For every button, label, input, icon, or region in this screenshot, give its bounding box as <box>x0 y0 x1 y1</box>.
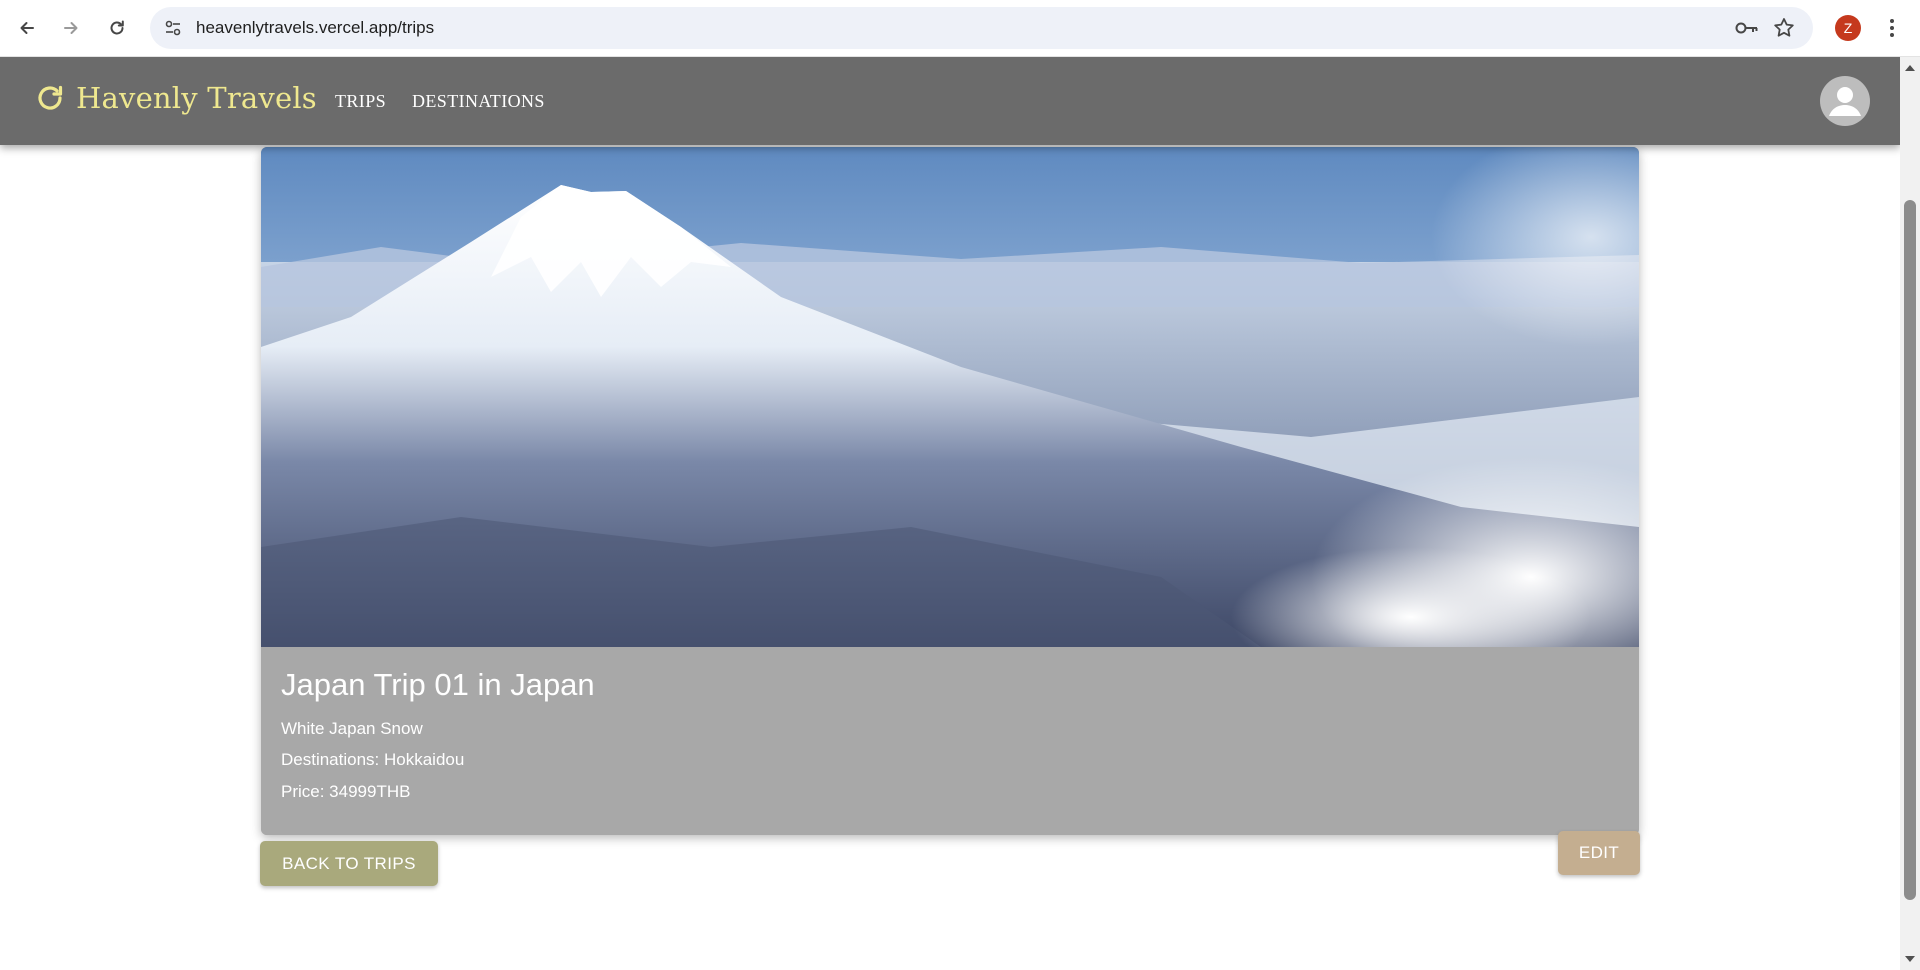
site-info-icon[interactable] <box>160 15 186 41</box>
page-scrollbar[interactable] <box>1900 57 1920 970</box>
trip-description: White Japan Snow <box>281 719 423 738</box>
back-arrow-icon[interactable] <box>11 12 43 44</box>
password-key-icon[interactable] <box>1734 16 1760 45</box>
brand-name: Havenly Travels <box>76 81 317 115</box>
browser-profile-avatar[interactable]: Z <box>1835 15 1861 41</box>
trip-details: Japan Trip 01 in Japan White Japan Snow … <box>261 647 1639 835</box>
url-text[interactable]: heavenlytravels.vercel.app/trips <box>196 7 434 49</box>
bookmark-star-icon[interactable] <box>1772 16 1796 45</box>
scroll-down-arrow-icon[interactable] <box>1905 956 1915 962</box>
reload-icon[interactable] <box>101 12 133 44</box>
user-avatar-icon[interactable] <box>1820 76 1870 126</box>
address-bar[interactable]: heavenlytravels.vercel.app/trips <box>150 7 1813 49</box>
scroll-up-arrow-icon[interactable] <box>1905 65 1915 71</box>
trip-title: Japan Trip 01 in Japan <box>281 667 595 702</box>
refresh-logo-icon <box>38 85 63 110</box>
trip-destinations: Destinations: Hokkaidou <box>281 750 465 769</box>
edit-button[interactable]: EDIT <box>1558 831 1640 875</box>
scrollbar-thumb[interactable] <box>1904 200 1916 900</box>
back-to-trips-button[interactable]: BACK TO TRIPS <box>260 841 438 886</box>
brand-logo[interactable]: Havenly Travels <box>34 81 317 115</box>
browser-menu-icon[interactable] <box>1880 13 1904 43</box>
trip-image <box>261 147 1639 647</box>
nav-destinations[interactable]: DESTINATIONS <box>412 91 545 112</box>
app-header: Havenly Travels TRIPS DESTINATIONS <box>0 57 1900 145</box>
forward-arrow-icon[interactable] <box>55 12 87 44</box>
browser-toolbar: heavenlytravels.vercel.app/trips Z <box>0 0 1920 57</box>
trip-price: Price: 34999THB <box>281 782 411 801</box>
nav-trips[interactable]: TRIPS <box>335 91 386 112</box>
trip-card: Japan Trip 01 in Japan White Japan Snow … <box>261 147 1639 835</box>
